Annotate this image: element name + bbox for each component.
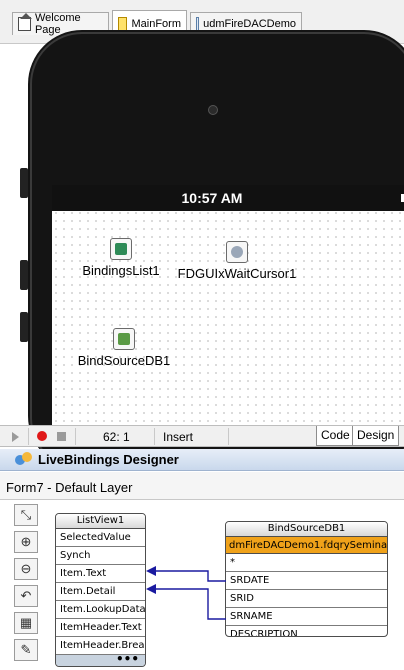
box-title: ListView1 xyxy=(56,514,145,529)
component-fdguixwaitcursor1[interactable]: FDGUIxWaitCursor1 xyxy=(172,241,302,281)
component-label: FDGUIxWaitCursor1 xyxy=(177,266,297,281)
device-clock: 10:57 AM xyxy=(181,190,243,206)
member-itemheader-text[interactable]: ItemHeader.Text xyxy=(56,619,145,637)
bindsourcedb1-binding-box[interactable]: BindSourceDB1 dmFireDACDemo1.fdqrySemina… xyxy=(225,521,388,637)
livebindings-icon xyxy=(15,452,33,468)
member-item-text[interactable]: Item.Text xyxy=(56,565,145,583)
edit-binding-icon[interactable]: ✎ xyxy=(14,639,38,661)
arrange-grid-icon[interactable]: ▦ xyxy=(14,612,38,634)
separator xyxy=(28,428,29,445)
device-side-button xyxy=(20,260,28,290)
separator xyxy=(228,428,229,445)
zoom-in-icon[interactable]: ⊕ xyxy=(14,531,38,553)
datamodule-icon xyxy=(196,17,200,31)
box-title: BindSourceDB1 xyxy=(226,522,387,537)
device-status-bar: 10:57 AM xyxy=(52,185,404,211)
separator xyxy=(75,428,76,445)
zoom-fit-icon[interactable]: ⤡ xyxy=(14,504,38,526)
component-label: BindingsList1 xyxy=(82,263,160,278)
cursor-position: 62: 1 xyxy=(103,430,130,444)
editor-status-bar: 62: 1 Insert Code Design xyxy=(0,425,404,447)
device-side-button xyxy=(20,312,28,342)
component-bindsourcedb1[interactable]: BindSourceDB1 xyxy=(76,328,172,368)
component-label: BindSourceDB1 xyxy=(77,353,171,368)
wait-cursor-icon xyxy=(226,241,248,263)
member-item-lookupdata[interactable]: Item.LookupData xyxy=(56,601,145,619)
device-camera xyxy=(208,105,218,115)
tab-code-view[interactable]: Code xyxy=(316,426,355,446)
separator xyxy=(154,428,155,445)
component-bindingslist1[interactable]: BindingsList1 xyxy=(80,238,162,278)
member-synch[interactable]: Synch xyxy=(56,547,145,565)
designer-toolbar: ⤡ ⊕ ⊖ ↶ ▦ ✎ xyxy=(14,504,40,666)
insert-mode-indicator: Insert xyxy=(163,430,194,444)
field-srid[interactable]: SRID xyxy=(226,590,387,608)
device-side-button xyxy=(20,168,28,198)
layer-label: Form7 - Default Layer xyxy=(0,472,404,500)
play-macro-icon[interactable] xyxy=(12,432,19,442)
livebindings-designer-title: LiveBindings Designer xyxy=(0,449,404,471)
field-srdate[interactable]: SRDATE xyxy=(226,572,387,590)
member-item-detail[interactable]: Item.Detail xyxy=(56,583,145,601)
home-icon xyxy=(18,13,32,31)
field-description[interactable]: DESCRIPTION xyxy=(226,626,387,636)
tab-label: MainForm xyxy=(131,17,181,30)
bindings-list-icon xyxy=(110,238,132,260)
dataset-name: dmFireDACDemo1.fdqrySeminars xyxy=(226,537,387,554)
zoom-out-icon[interactable]: ⊖ xyxy=(14,558,38,580)
field-srname[interactable]: SRNAME xyxy=(226,608,387,626)
stop-macro-icon[interactable] xyxy=(57,432,66,441)
tab-label: udmFireDACDemo xyxy=(203,18,296,30)
undo-layout-icon[interactable]: ↶ xyxy=(14,585,38,607)
more-members-button[interactable]: ••• xyxy=(56,653,145,666)
bind-source-icon xyxy=(113,328,135,350)
record-macro-icon[interactable] xyxy=(37,431,47,441)
form-icon xyxy=(118,16,128,31)
listview1-binding-box[interactable]: ListView1 SelectedValue Synch Item.Text … xyxy=(55,513,146,667)
member-selectedvalue[interactable]: SelectedValue xyxy=(56,529,145,547)
field-star[interactable]: * xyxy=(226,554,387,572)
form-canvas[interactable] xyxy=(52,185,404,425)
tab-design-view[interactable]: Design xyxy=(352,426,400,446)
